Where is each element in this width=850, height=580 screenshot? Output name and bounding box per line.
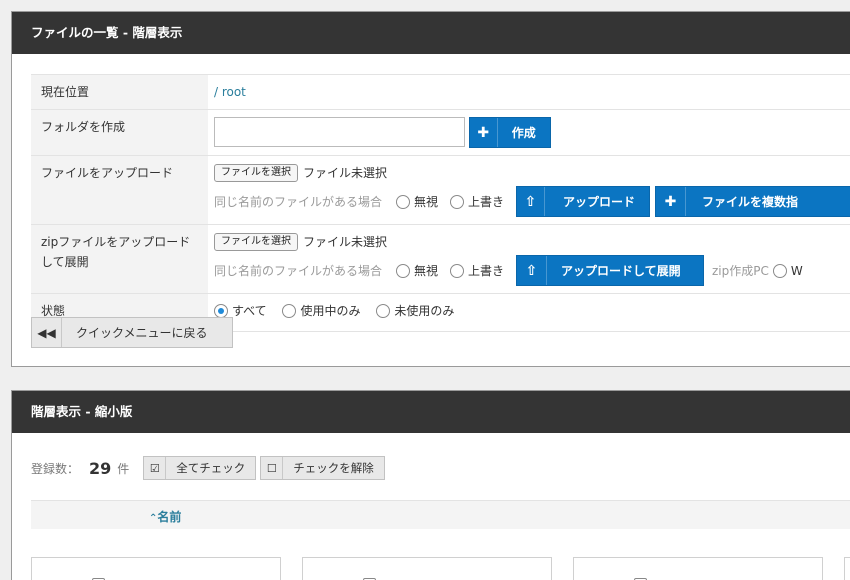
zip-upload-row: zipファイルをアップロードして展開 ファイルを選択 ファイル未選択 同じ名前の…	[31, 224, 850, 294]
thumbnail-card[interactable]	[573, 557, 823, 580]
checkbox-checked-icon: ☑	[144, 457, 167, 479]
thumbnail-panel: 階層表示 - 縮小版 登録数： 29 件 ☑ 全てチェック ☐ チェックを解除 …	[11, 390, 850, 580]
create-folder-row: フォルダを作成 ✚ 作成	[31, 109, 850, 156]
radio-icon	[376, 304, 391, 318]
status-option-in-use[interactable]: 使用中のみ	[282, 301, 360, 321]
radio-icon	[449, 194, 464, 209]
path-root-link[interactable]: root	[222, 85, 246, 99]
status-option-unused[interactable]: 未使用のみ	[376, 301, 454, 321]
upload-icon: ⇧	[517, 187, 545, 216]
create-folder-button[interactable]: ✚ 作成	[468, 117, 551, 148]
choose-zip-button[interactable]: ファイルを選択	[213, 233, 298, 251]
option-overwrite[interactable]: 上書き	[449, 192, 504, 212]
radio-selected-icon	[213, 304, 228, 318]
location-label: 現在位置	[31, 74, 208, 110]
choose-file-button[interactable]: ファイルを選択	[213, 164, 298, 182]
plus-icon: ✚	[656, 187, 686, 216]
option-ignore[interactable]: 無視	[395, 261, 438, 281]
upload-button[interactable]: ⇧ アップロード	[516, 186, 650, 217]
radio-icon	[449, 263, 464, 278]
file-form-table: 現在位置 / root フォルダを作成 ✚ 作成 ファイルをアップロード ファイ…	[31, 74, 850, 332]
count-unit: 件	[117, 461, 130, 476]
panel-title: 階層表示 - 縮小版	[12, 391, 850, 433]
location-row: 現在位置 / root	[31, 74, 850, 110]
sort-bar: ⌃名前	[31, 500, 850, 529]
option-zip-windows[interactable]: W	[772, 261, 803, 281]
same-name-text: 同じ名前のファイルがある場合	[213, 194, 382, 209]
sort-by-name[interactable]: ⌃名前	[149, 508, 181, 525]
thumbnail-card[interactable]	[31, 557, 281, 580]
no-zip-text: ファイル未選択	[302, 235, 387, 249]
radio-icon	[282, 304, 297, 318]
radio-icon	[395, 194, 410, 209]
folder-name-input[interactable]	[213, 116, 465, 147]
upload-icon: ⇧	[517, 256, 547, 285]
check-all-button[interactable]: ☑ 全てチェック	[143, 456, 257, 480]
thumbnail-card[interactable]	[844, 557, 850, 580]
option-ignore[interactable]: 無視	[395, 192, 438, 212]
upload-row: ファイルをアップロード ファイルを選択 ファイル未選択 同じ名前のファイルがある…	[31, 155, 850, 225]
double-chevron-left-icon: ◀◀	[32, 318, 62, 347]
uncheck-all-button[interactable]: ☐ チェックを解除	[260, 456, 385, 480]
option-overwrite[interactable]: 上書き	[449, 261, 504, 281]
path-root-slash: /	[213, 85, 218, 99]
zip-upload-button[interactable]: ⇧ アップロードして展開	[516, 255, 704, 286]
multi-upload-button[interactable]: ✚ ファイルを複数指	[655, 186, 850, 217]
upload-label: ファイルをアップロード	[31, 155, 208, 225]
plus-icon: ✚	[470, 118, 498, 147]
radio-icon	[395, 263, 410, 278]
file-list-panel: ファイルの一覧 - 階層表示 現在位置 / root フォルダを作成 ✚ 作成 …	[11, 11, 850, 367]
back-to-quick-menu-button[interactable]: ◀◀ クイックメニューに戻る	[31, 317, 233, 348]
checkbox-empty-icon: ☐	[261, 457, 284, 479]
count-bar: 登録数： 29 件 ☑ 全てチェック ☐ チェックを解除	[31, 456, 389, 480]
zip-created-label: zip作成PC	[712, 263, 769, 278]
count-value: 29	[89, 458, 112, 478]
count-label: 登録数：	[31, 461, 80, 476]
create-folder-label: フォルダを作成	[31, 109, 208, 156]
panel-title: ファイルの一覧 - 階層表示	[12, 12, 850, 54]
no-file-text: ファイル未選択	[302, 166, 387, 180]
same-name-text: 同じ名前のファイルがある場合	[213, 263, 382, 278]
radio-icon	[772, 263, 787, 278]
zip-upload-label: zipファイルをアップロードして展開	[31, 224, 208, 294]
thumbnail-card[interactable]	[302, 557, 552, 580]
